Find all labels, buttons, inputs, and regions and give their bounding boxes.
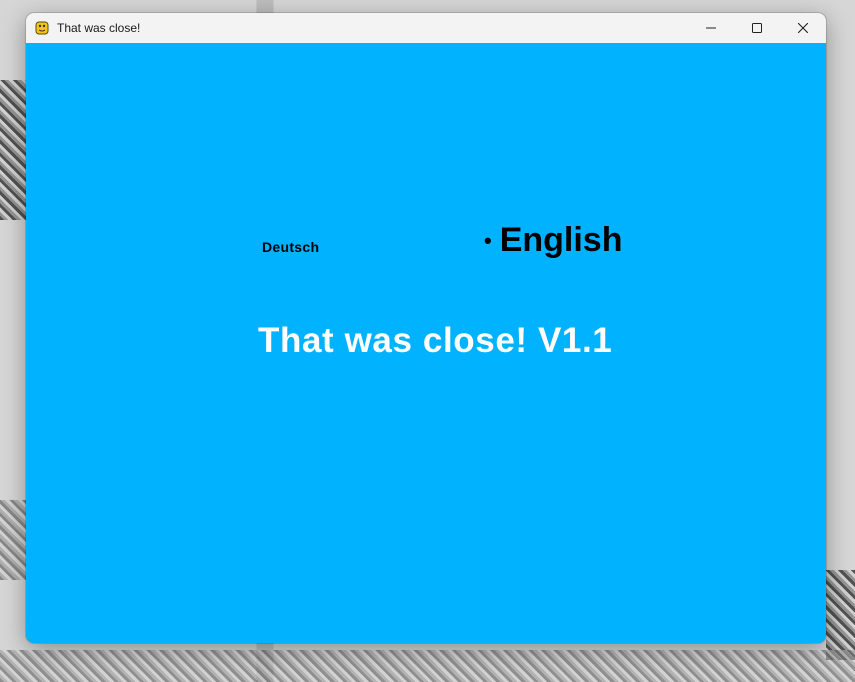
language-option-deutsch[interactable]: Deutsch [262,239,319,255]
game-title: That was close! V1.1 [258,321,613,360]
language-label-english: English [499,221,623,259]
desktop-pixel-art-left-bottom [0,500,26,580]
minimize-button[interactable] [688,13,734,43]
close-icon [798,23,808,33]
language-option-english[interactable]: • English [484,221,623,260]
close-button[interactable] [780,13,826,43]
desktop-pixel-art-left [0,80,26,220]
maximize-button[interactable] [734,13,780,43]
game-canvas[interactable]: Deutsch • English That was close! V1.1 [26,43,826,643]
window-controls [688,13,826,43]
selected-marker: • [484,227,492,253]
desktop-pixel-art-bottom [0,650,855,682]
minimize-icon [706,27,716,29]
game-window: That was close! Deutsch • English That w… [26,13,826,643]
pygame-snake-icon [35,21,49,35]
maximize-icon [752,23,762,33]
desktop-pixel-art-right [826,570,855,660]
title-bar[interactable]: That was close! [26,13,826,43]
language-label-deutsch: Deutsch [262,239,320,255]
window-title: That was close! [57,21,141,35]
